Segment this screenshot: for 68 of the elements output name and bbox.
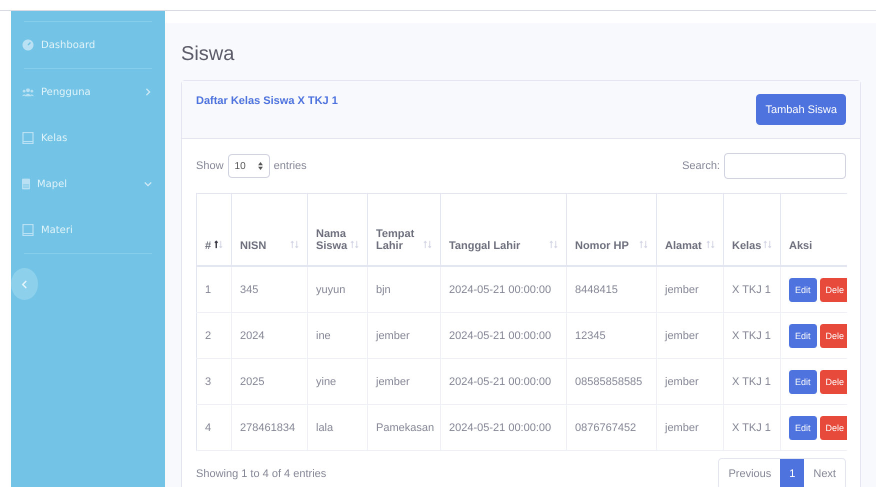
table-cell: 3	[196, 358, 232, 404]
table-cell: 2024-05-21 00:00:00	[440, 404, 566, 450]
delete-button[interactable]: Dele	[820, 416, 847, 440]
table-cell: jember	[368, 312, 440, 358]
table-cell: yuyun	[308, 266, 368, 312]
table-cell: jember	[656, 266, 724, 312]
table-cell: jember	[368, 358, 440, 404]
page-title: Siswa	[181, 43, 236, 66]
table-cell: 2024-05-21 00:00:00	[440, 266, 566, 312]
users-icon	[22, 86, 34, 98]
delete-button[interactable]: Dele	[820, 370, 847, 394]
table-cell: bjn	[368, 266, 440, 312]
table-info: Showing 1 to 4 of 4 entries	[196, 468, 326, 480]
entries-select[interactable]: 10	[228, 154, 270, 178]
card-title: Daftar Kelas Siswa X TKJ 1	[196, 95, 338, 107]
table-cell: yine	[308, 358, 368, 404]
edit-button[interactable]: Edit	[789, 416, 817, 440]
column-header[interactable]: Tanggal Lahir	[440, 194, 566, 266]
delete-button[interactable]: Dele	[820, 324, 847, 348]
search-field[interactable]	[724, 153, 846, 179]
edit-button[interactable]: Edit	[789, 324, 817, 348]
chevron-left-icon	[21, 280, 28, 288]
add-button[interactable]: Tambah Siswa	[756, 94, 846, 125]
table-cell: lala	[308, 404, 368, 450]
table-cell: X TKJ 1	[724, 266, 780, 312]
table-cell: 4	[196, 404, 232, 450]
table-cell: 2025	[232, 358, 308, 404]
table-cell: 2024-05-21 00:00:00	[440, 358, 566, 404]
table-cell: X TKJ 1	[724, 404, 780, 450]
show-label: Show	[196, 160, 224, 172]
table-cell: jember	[656, 404, 724, 450]
table-cell: jember	[656, 358, 724, 404]
column-header[interactable]: Alamat	[656, 194, 724, 266]
delete-button[interactable]: Dele	[820, 278, 847, 302]
sidebar-toggle-button[interactable]	[11, 268, 38, 300]
column-header[interactable]: Nama Siswa	[308, 194, 368, 266]
table-cell: 2024-05-21 00:00:00	[440, 312, 566, 358]
entries-label: entries	[274, 160, 307, 172]
column-header[interactable]: NISN	[232, 194, 308, 266]
table-cell: 08585858585	[566, 358, 656, 404]
book-icon	[22, 132, 34, 144]
table-cell: jember	[656, 312, 724, 358]
search-label: Search:	[682, 160, 720, 172]
edit-button[interactable]: Edit	[789, 278, 817, 302]
table-cell: 8448415	[566, 266, 656, 312]
table-cell: X TKJ 1	[724, 358, 780, 404]
column-header[interactable]: #	[196, 194, 232, 266]
column-header[interactable]: Kelas	[724, 194, 780, 266]
table-cell: X TKJ 1	[724, 312, 780, 358]
select-arrows-icon	[258, 162, 263, 170]
table-cell: 0876767452	[566, 404, 656, 450]
table-cell: ine	[308, 312, 368, 358]
table-cell: 2	[196, 312, 232, 358]
table-cell: Pamekasan	[368, 404, 440, 450]
gauge-icon	[22, 39, 34, 51]
book-icon	[22, 178, 30, 190]
edit-button[interactable]: Edit	[789, 370, 817, 394]
table-cell: 2024	[232, 312, 308, 358]
column-header[interactable]: Nomor HP	[566, 194, 656, 266]
book-icon	[22, 224, 34, 236]
page-link[interactable]: 1	[780, 459, 804, 487]
table-cell: 1	[196, 266, 232, 312]
page-link[interactable]: Next	[804, 459, 845, 487]
table-cell: 278461834	[232, 404, 308, 450]
page-link[interactable]: Previous	[719, 459, 780, 487]
column-header[interactable]: Tempat Lahir	[368, 194, 440, 266]
table-cell: 345	[232, 266, 308, 312]
table-cell: 12345	[566, 312, 656, 358]
